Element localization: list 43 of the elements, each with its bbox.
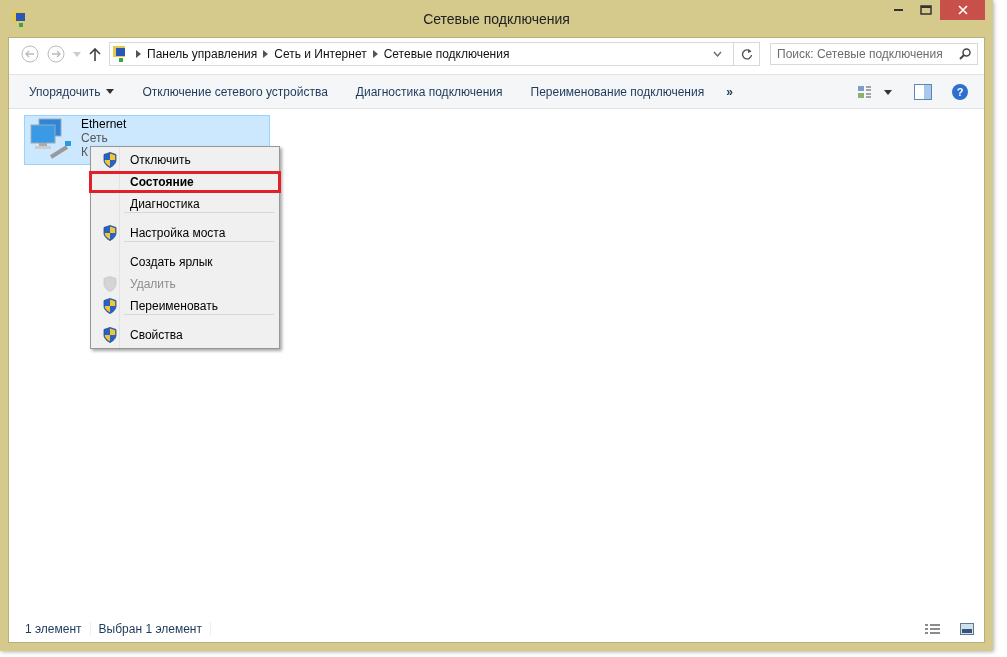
connection-device: К	[81, 145, 88, 159]
up-button[interactable]	[87, 47, 103, 61]
up-arrow-icon	[89, 47, 101, 61]
chevron-icon	[263, 50, 269, 58]
pane-icon	[914, 83, 932, 100]
item-count: 1 элемент	[17, 622, 91, 636]
close-icon	[957, 5, 968, 15]
shield-icon	[103, 276, 117, 292]
breadcrumb[interactable]: Сетевые подключения	[383, 47, 510, 61]
connection-name: Ethernet	[81, 117, 127, 131]
chevron-icon	[136, 50, 141, 58]
menu-item[interactable]: Свойства	[89, 324, 281, 346]
search-icon	[959, 48, 971, 60]
dropdown-icon[interactable]	[713, 51, 722, 57]
toolbar-button[interactable]: Переименование подключения	[516, 79, 719, 104]
menu-item[interactable]: Состояние	[89, 171, 281, 193]
connection-network: Сеть	[81, 131, 108, 145]
details-list-icon	[925, 623, 940, 635]
minimize-icon	[893, 9, 903, 11]
shield-icon	[103, 327, 117, 343]
shield-icon	[103, 152, 117, 168]
computer-network-icon	[29, 117, 73, 159]
shield-icon	[103, 225, 117, 241]
help-button[interactable]: ?	[952, 83, 968, 100]
chevron-icon	[372, 50, 378, 58]
address-bar[interactable]: Панель управления Сеть и Интернет Сетевые подключения	[109, 42, 760, 66]
caret-icon	[73, 51, 81, 57]
toolbar-button[interactable]: Диагностика подключения	[341, 79, 517, 104]
search-field[interactable]: Поиск: Сетевые подключения	[770, 43, 978, 65]
shield-icon	[103, 298, 117, 314]
menu-item[interactable]: Создать ярлык	[89, 251, 281, 273]
view-list-icon	[858, 84, 894, 99]
breadcrumb[interactable]: Панель управления	[147, 47, 258, 61]
toolbar-button[interactable]: Отключение сетевого устройства	[128, 79, 342, 104]
breadcrumb[interactable]: Сеть и Интернет	[274, 47, 367, 61]
toolbar-button[interactable]: Упорядочить	[15, 79, 129, 104]
maximize-icon	[920, 5, 932, 15]
window-title: Сетевые подключения	[423, 10, 570, 27]
more-button[interactable]: »	[718, 79, 741, 104]
picture-icon	[960, 623, 974, 635]
refresh-icon	[740, 48, 753, 60]
caret-icon	[106, 89, 115, 94]
selection-count: Выбран 1 элемент	[90, 622, 211, 636]
